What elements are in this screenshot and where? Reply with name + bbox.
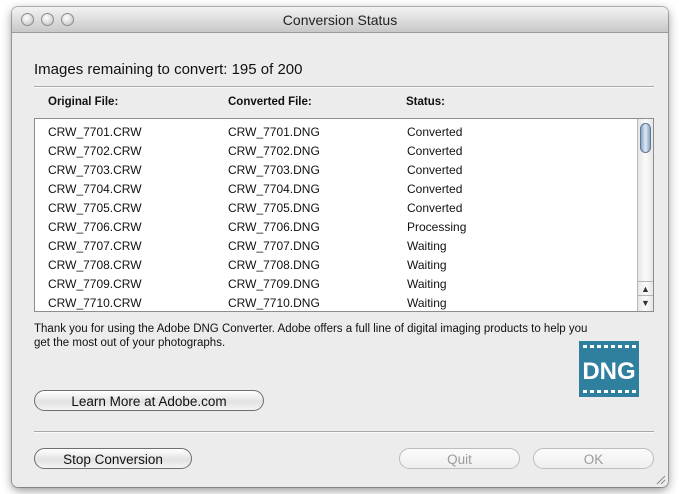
table-row[interactable]: CRW_7710.CRW CRW_7710.DNG Waiting [35, 294, 635, 311]
original-file-cell: CRW_7709.CRW [48, 277, 142, 291]
quit-button[interactable]: Quit [399, 448, 520, 469]
ok-button[interactable]: OK [533, 448, 654, 469]
converted-file-cell: CRW_7703.DNG [228, 163, 320, 177]
original-file-cell: CRW_7704.CRW [48, 182, 142, 196]
table-row[interactable]: CRW_7703.CRW CRW_7703.DNG Converted [35, 161, 635, 180]
original-file-cell: CRW_7706.CRW [48, 220, 142, 234]
status-header: Status: [406, 96, 445, 108]
converted-file-cell: CRW_7707.DNG [228, 239, 320, 253]
original-file-cell: CRW_7702.CRW [48, 144, 142, 158]
table-row[interactable]: CRW_7705.CRW CRW_7705.DNG Converted [35, 199, 635, 218]
scroll-up-arrow-icon[interactable]: ▲ [638, 281, 653, 296]
status-cell: Waiting [407, 239, 447, 253]
images-remaining-label: Images remaining to convert: 195 of 200 [34, 61, 303, 78]
converted-file-header: Converted File: [228, 96, 312, 108]
original-file-cell: CRW_7707.CRW [48, 239, 142, 253]
thank-you-message: Thank you for using the Adobe DNG Conver… [34, 323, 588, 349]
converted-file-cell: CRW_7704.DNG [228, 182, 320, 196]
dng-logo-text: DNG [582, 358, 635, 385]
file-list[interactable]: CRW_7701.CRW CRW_7701.DNG Converted CRW_770… [34, 118, 654, 312]
converted-file-cell: CRW_7709.DNG [228, 277, 320, 291]
status-cell: Waiting [407, 277, 447, 291]
table-row[interactable]: CRW_7701.CRW CRW_7701.DNG Converted [35, 123, 635, 142]
original-file-cell: CRW_7703.CRW [48, 163, 142, 177]
status-cell: Waiting [407, 296, 447, 310]
scroll-down-arrow-icon[interactable]: ▼ [638, 295, 653, 310]
original-file-cell: CRW_7710.CRW [48, 296, 142, 310]
top-separator [34, 86, 654, 88]
converted-file-cell: CRW_7706.DNG [228, 220, 320, 234]
resize-grip-icon[interactable] [654, 473, 666, 485]
status-cell: Converted [407, 182, 463, 196]
status-cell: Converted [407, 144, 463, 158]
converted-file-cell: CRW_7710.DNG [228, 296, 320, 310]
original-file-cell: CRW_7708.CRW [48, 258, 142, 272]
bottom-separator [34, 431, 654, 433]
original-file-cell: CRW_7701.CRW [48, 125, 142, 139]
title-bar: Conversion Status [12, 7, 668, 33]
learn-more-button[interactable]: Learn More at Adobe.com [34, 390, 264, 411]
original-file-cell: CRW_7705.CRW [48, 201, 142, 215]
status-cell: Waiting [407, 258, 447, 272]
converted-file-cell: CRW_7701.DNG [228, 125, 320, 139]
scroll-thumb[interactable] [640, 123, 651, 153]
table-row[interactable]: CRW_7702.CRW CRW_7702.DNG Converted [35, 142, 635, 161]
table-row[interactable]: CRW_7709.CRW CRW_7709.DNG Waiting [35, 275, 635, 294]
table-row[interactable]: CRW_7707.CRW CRW_7707.DNG Waiting [35, 237, 635, 256]
status-cell: Converted [407, 163, 463, 177]
converted-file-cell: CRW_7705.DNG [228, 201, 320, 215]
status-cell: Processing [407, 220, 467, 234]
table-row[interactable]: CRW_7706.CRW CRW_7706.DNG Processing [35, 218, 635, 237]
table-row[interactable]: CRW_7708.CRW CRW_7708.DNG Waiting [35, 256, 635, 275]
status-cell: Converted [407, 201, 463, 215]
converted-file-cell: CRW_7708.DNG [228, 258, 320, 272]
converted-file-cell: CRW_7702.DNG [228, 144, 320, 158]
original-file-header: Original File: [48, 96, 119, 108]
status-cell: Converted [407, 125, 463, 139]
conversion-status-window: Conversion Status Images remaining to co… [12, 7, 668, 487]
stop-conversion-button[interactable]: Stop Conversion [34, 448, 192, 469]
vertical-scrollbar[interactable]: ▲ ▼ [637, 119, 653, 311]
table-row[interactable]: CRW_7704.CRW CRW_7704.DNG Converted [35, 180, 635, 199]
dng-logo-icon: DNG [579, 341, 639, 397]
window-title: Conversion Status [282, 12, 398, 28]
